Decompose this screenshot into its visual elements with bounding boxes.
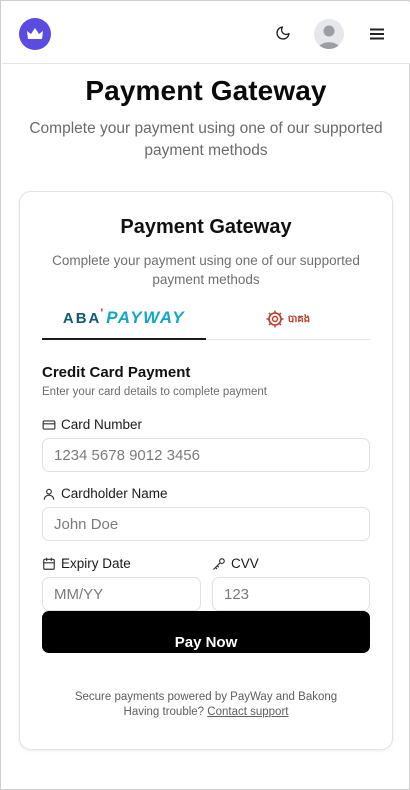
moon-icon[interactable] <box>272 22 294 44</box>
expiry-date-label-text: Expiry Date <box>61 556 131 571</box>
section-description: Enter your card details to complete paym… <box>42 386 268 398</box>
top-navigation-bar <box>2 2 410 64</box>
bakong-emblem-icon <box>266 310 284 328</box>
user-icon <box>43 488 55 500</box>
cvv-label: CVV <box>212 556 259 571</box>
card-subtitle: Complete your payment using one of our s… <box>52 253 360 287</box>
bakong-logo: បាគង <box>266 310 310 328</box>
bakong-logo-text: បាគង <box>287 313 311 325</box>
section-title: Credit Card Payment <box>42 364 191 381</box>
page-subtitle: Complete your payment using one of our s… <box>29 120 383 159</box>
key-icon <box>213 557 225 570</box>
card-number-label: Card Number <box>42 417 142 432</box>
expiry-date-input[interactable] <box>42 577 201 611</box>
pay-now-button[interactable]: Pay Now <box>42 611 370 653</box>
secure-payments-note: Secure payments powered by PayWay and Ba… <box>74 691 338 703</box>
cvv-label-text: CVV <box>231 556 259 571</box>
aba-logo-mark: ' <box>100 306 104 320</box>
cardholder-name-label-text: Cardholder Name <box>61 486 168 501</box>
crown-icon[interactable] <box>19 18 51 50</box>
tab-bakong[interactable]: បាគង <box>206 298 370 340</box>
cardholder-name-label: Cardholder Name <box>42 486 168 501</box>
calendar-icon <box>43 557 55 570</box>
expiry-date-label: Expiry Date <box>42 556 131 571</box>
support-line: Having trouble? Contact support <box>20 706 392 718</box>
payment-method-tabs: ABA ' PAYWAY បាគង <box>42 298 370 340</box>
cardholder-name-input[interactable] <box>42 507 370 541</box>
payment-card: Payment Gateway Complete your payment us… <box>19 191 393 750</box>
app-frame: Payment Gateway Complete your payment us… <box>0 0 410 790</box>
card-title: Payment Gateway <box>120 216 292 238</box>
cvv-input[interactable] <box>212 577 370 611</box>
card-number-label-text: Card Number <box>61 417 143 432</box>
tab-payway[interactable]: ABA ' PAYWAY <box>42 298 206 340</box>
aba-logo-text: ABA <box>62 309 102 327</box>
contact-support-link[interactable]: Contact support <box>207 706 288 718</box>
page-title: Payment Gateway <box>85 75 327 106</box>
credit-card-icon <box>42 419 56 430</box>
payway-logo-text: PAYWAY <box>106 308 186 327</box>
trouble-text: Having trouble? <box>123 706 205 718</box>
card-number-input[interactable] <box>42 438 370 472</box>
user-avatar-icon[interactable] <box>314 19 344 49</box>
hamburger-menu-icon[interactable] <box>366 23 388 45</box>
